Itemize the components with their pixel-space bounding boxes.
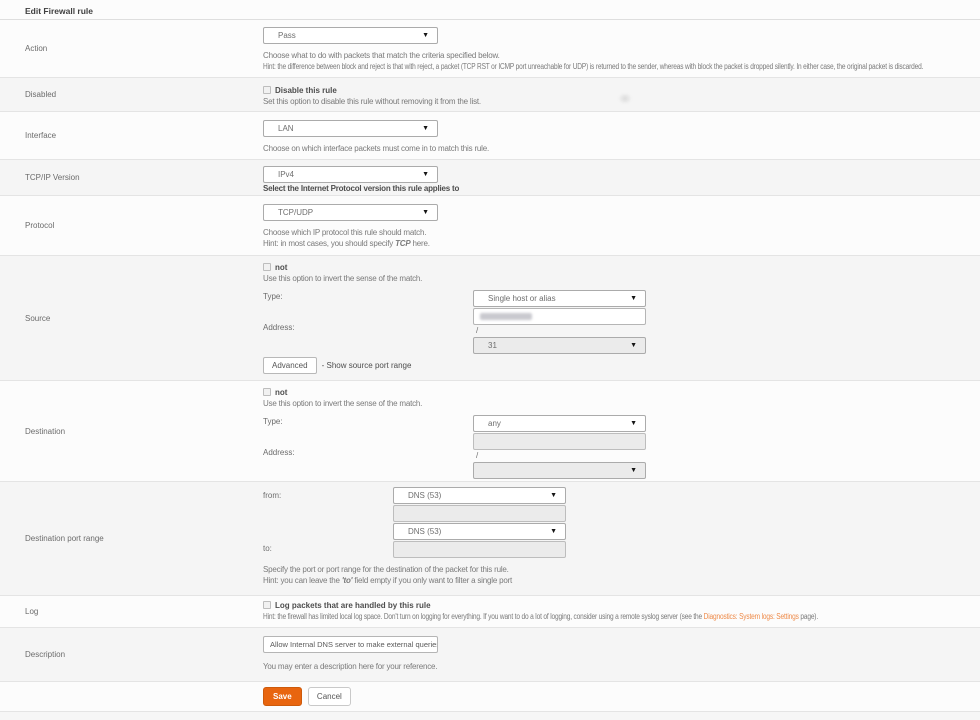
- destination-not-checkbox[interactable]: [263, 388, 271, 396]
- action-help: Choose what to do with packets that matc…: [263, 50, 980, 61]
- log-hint: Hint: the firewall has limited local log…: [263, 611, 851, 622]
- description-input-value: Allow Internal DNS server to make extern…: [270, 640, 438, 649]
- chevron-down-icon: ▼: [550, 528, 557, 535]
- chevron-down-icon: ▼: [630, 420, 637, 427]
- advanced-button[interactable]: Advanced: [263, 357, 317, 374]
- protocol-hint-emphasis: TCP: [395, 239, 410, 248]
- action-hint: Hint: the difference between block and r…: [263, 61, 851, 72]
- row-interface: Interface LAN ▼ Choose on which interfac…: [0, 112, 980, 160]
- protocol-hint: Hint: in most cases, you should specify …: [263, 238, 980, 249]
- destination-address-label: Address:: [263, 448, 473, 457]
- interface-select[interactable]: LAN ▼: [263, 120, 438, 137]
- description-help: You may enter a description here for you…: [263, 661, 980, 672]
- source-type-select[interactable]: Single host or alias ▼: [473, 290, 646, 307]
- row-source: Source not Use this option to invert the…: [0, 256, 980, 381]
- log-label: Log: [0, 596, 263, 627]
- destination-type-select[interactable]: any ▼: [473, 415, 646, 432]
- chevron-down-icon: ▼: [550, 492, 557, 499]
- description-label: Description: [0, 628, 263, 681]
- row-buttons: Save Cancel: [0, 682, 980, 712]
- page-title: Edit Firewall rule: [0, 0, 980, 20]
- description-input[interactable]: Allow Internal DNS server to make extern…: [263, 636, 438, 653]
- source-not-checkbox[interactable]: [263, 263, 271, 271]
- diagnostics-syslog-settings-link[interactable]: Diagnostics: System logs: Settings: [704, 612, 799, 621]
- source-not-help: Use this option to invert the sense of t…: [263, 273, 980, 284]
- source-label: Source: [0, 256, 263, 380]
- destination-type-label: Type:: [263, 417, 473, 426]
- protocol-select-value: TCP/UDP: [278, 208, 313, 217]
- source-address-label: Address:: [263, 323, 473, 332]
- row-disabled: Disabled Disable this rule Set this opti…: [0, 78, 980, 112]
- action-label: Action: [0, 20, 263, 77]
- port-range-help: Specify the port or port range for the d…: [263, 564, 980, 575]
- row-action: Action Pass ▼ Choose what to do with pac…: [0, 20, 980, 78]
- edit-firewall-rule-panel: Edit Firewall rule Action Pass ▼ Choose …: [0, 0, 980, 720]
- page-footer-strip: [0, 712, 980, 720]
- source-type-label: Type:: [263, 292, 473, 301]
- source-type-select-value: Single host or alias: [488, 294, 556, 303]
- source-not-label: not: [275, 263, 287, 272]
- port-range-hint: Hint: you can leave the 'to' field empty…: [263, 575, 980, 586]
- port-from-custom-input[interactable]: [393, 505, 566, 522]
- row-ip-version: TCP/IP Version IPv4 ▼ Select the Interne…: [0, 160, 980, 196]
- chevron-down-icon: ▼: [422, 125, 429, 132]
- disable-rule-checkbox-label: Disable this rule: [275, 86, 337, 95]
- source-mask-separator: /: [473, 326, 646, 336]
- action-select[interactable]: Pass ▼: [263, 27, 438, 44]
- chevron-down-icon: ▼: [630, 295, 637, 302]
- disabled-label: Disabled: [0, 78, 263, 111]
- chevron-down-icon: ▼: [630, 467, 637, 474]
- port-from-label: from:: [263, 491, 393, 500]
- port-from-select-value: DNS (53): [408, 491, 441, 500]
- source-mask-select-value: 31: [488, 341, 497, 350]
- save-button[interactable]: Save: [263, 687, 302, 706]
- ip-version-help: Select the Internet Protocol version thi…: [263, 183, 980, 194]
- row-destination: Destination not Use this option to inver…: [0, 381, 980, 482]
- row-log: Log Log packets that are handled by this…: [0, 596, 980, 628]
- log-checkbox[interactable]: [263, 601, 271, 609]
- source-mask-select[interactable]: 31 ▼: [473, 337, 646, 354]
- ip-version-select[interactable]: IPv4 ▼: [263, 166, 438, 183]
- chevron-down-icon: ▼: [630, 342, 637, 349]
- interface-select-value: LAN: [278, 124, 294, 133]
- destination-not-help: Use this option to invert the sense of t…: [263, 398, 980, 409]
- port-to-select[interactable]: DNS (53) ▼: [393, 523, 566, 540]
- advanced-note: - Show source port range: [322, 361, 412, 370]
- log-checkbox-label: Log packets that are handled by this rul…: [275, 601, 431, 610]
- destination-not-label: not: [275, 388, 287, 397]
- interface-label: Interface: [0, 112, 263, 159]
- disabled-help: Set this option to disable this rule wit…: [263, 96, 980, 107]
- port-to-custom-input[interactable]: [393, 541, 566, 558]
- destination-label: Destination: [0, 381, 263, 481]
- port-to-label: to:: [263, 544, 393, 553]
- destination-mask-separator: /: [473, 451, 646, 461]
- action-select-value: Pass: [278, 31, 296, 40]
- destination-address-input[interactable]: [473, 433, 646, 450]
- row-description: Description Allow Internal DNS server to…: [0, 628, 980, 682]
- chevron-down-icon: ▼: [422, 32, 429, 39]
- source-address-input[interactable]: [473, 308, 646, 325]
- interface-help: Choose on which interface packets must c…: [263, 143, 980, 154]
- disable-rule-checkbox[interactable]: [263, 86, 271, 94]
- protocol-help: Choose which IP protocol this rule shoul…: [263, 227, 980, 238]
- row-protocol: Protocol TCP/UDP ▼ Choose which IP proto…: [0, 196, 980, 256]
- port-range-hint-emphasis: 'to': [342, 576, 353, 585]
- destination-mask-select[interactable]: ▼: [473, 462, 646, 479]
- destination-type-select-value: any: [488, 419, 501, 428]
- destination-port-range-label: Destination port range: [0, 482, 263, 595]
- protocol-select[interactable]: TCP/UDP ▼: [263, 204, 438, 221]
- cancel-button[interactable]: Cancel: [308, 687, 351, 706]
- port-from-select[interactable]: DNS (53) ▼: [393, 487, 566, 504]
- ip-version-select-value: IPv4: [278, 170, 294, 179]
- chevron-down-icon: ▼: [422, 209, 429, 216]
- protocol-label: Protocol: [0, 196, 263, 255]
- row-destination-port-range: Destination port range from: to: DNS (53…: [0, 482, 980, 596]
- port-to-select-value: DNS (53): [408, 527, 441, 536]
- chevron-down-icon: ▼: [422, 171, 429, 178]
- redacted-address-value: [480, 313, 532, 320]
- ip-version-label: TCP/IP Version: [0, 160, 263, 195]
